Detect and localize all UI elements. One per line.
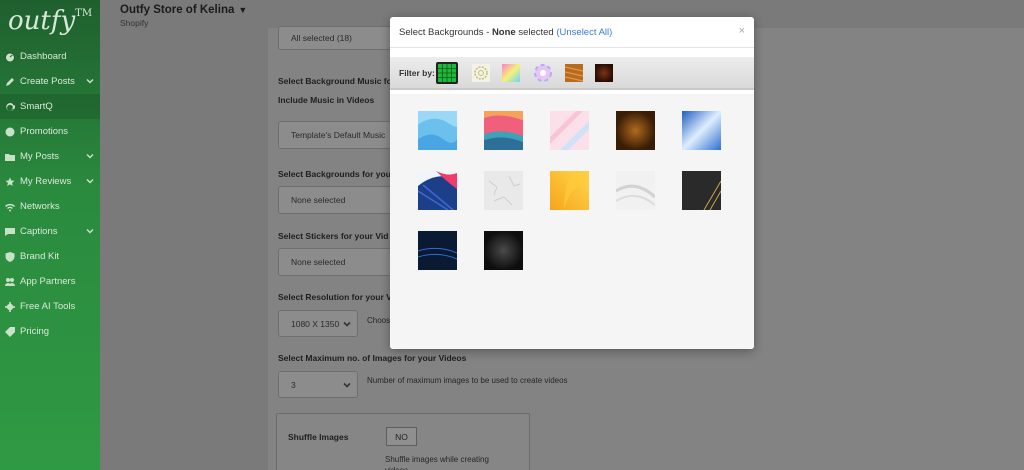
sidebar-item-dashboard[interactable]: Dashboard [0, 44, 100, 69]
background-thumb-blue-shapes[interactable] [418, 111, 457, 150]
shuffle-hint-2: videos [385, 466, 408, 470]
caret-down-icon: ▼ [238, 5, 248, 15]
background-thumb-dark-blue-lines[interactable] [418, 231, 457, 270]
sidebar-item-app-partners[interactable]: App Partners [0, 269, 100, 294]
color-wheel-icon[interactable] [532, 62, 554, 84]
resolution-hint: Choos [367, 316, 391, 325]
select-backgrounds-modal: Select Backgrounds - None selected (Unse… [390, 17, 754, 349]
background-thumb-white-texture[interactable] [484, 171, 523, 210]
stickers-select[interactable]: None selected [278, 248, 408, 276]
filter-bar: Filter by: [390, 57, 754, 90]
sidebar-item-label: My Reviews [20, 176, 72, 187]
max-images-value: 3 [291, 379, 296, 390]
outfy-logo[interactable]: outfyTM [8, 6, 92, 36]
max-images-select[interactable]: 3 [278, 371, 358, 398]
chat-icon [4, 226, 16, 238]
star-icon [4, 176, 16, 188]
modal-header: Select Backgrounds - None selected (Unse… [390, 17, 754, 48]
dark-texture-icon[interactable] [593, 62, 615, 84]
sidebar-item-brand-kit[interactable]: Brand Kit [0, 244, 100, 269]
sidebar-item-label: Create Posts [20, 76, 75, 87]
background-thumb-black-grunge[interactable] [484, 231, 523, 270]
users-icon [4, 276, 16, 288]
chevron-down-icon [86, 227, 94, 235]
shield-icon [4, 251, 16, 263]
sidebar-item-my-reviews[interactable]: My Reviews [0, 169, 100, 194]
sidebar-item-label: Pricing [20, 326, 50, 337]
bg-music-label: Select Background Music fo [278, 76, 392, 86]
wood-texture-icon[interactable] [563, 62, 585, 84]
filter-label: Filter by: [399, 68, 435, 78]
all-selected-field[interactable]: All selected (18) [278, 26, 408, 50]
sidebar-item-networks[interactable]: Networks [0, 194, 100, 219]
backgrounds-select[interactable]: None selected [278, 186, 408, 214]
sidebar-item-label: Networks [20, 201, 60, 212]
wifi-icon [4, 201, 16, 213]
dollar-icon [4, 126, 16, 138]
dashboard-icon [4, 51, 16, 63]
sidebar-nav: Dashboard Create Posts SmartQ Promotions… [0, 44, 100, 344]
sidebar-item-free-ai-tools[interactable]: Free AI Tools [0, 294, 100, 319]
sidebar-item-label: App Partners [20, 276, 76, 287]
resolution-select[interactable]: 1080 X 1350 [278, 310, 358, 337]
background-thumb-blue-pink-palm[interactable] [418, 171, 457, 210]
sidebar-item-label: Brand Kit [20, 251, 60, 262]
shuffle-label: Shuffle Images [288, 432, 349, 442]
background-thumb-blue-light[interactable] [682, 111, 721, 150]
folder-icon [4, 151, 16, 163]
chevron-down-icon [86, 177, 94, 185]
grid-all-icon[interactable] [436, 62, 458, 84]
max-images-label: Select Maximum no. of Images for your Vi… [278, 353, 467, 363]
sidebar-item-label: Free AI Tools [20, 301, 76, 312]
sidebar-item-pricing[interactable]: Pricing [0, 319, 100, 344]
sidebar-item-smartq[interactable]: SmartQ [0, 94, 100, 119]
include-music-label: Include Music in Videos [278, 95, 375, 105]
store-platform: Shopify [120, 18, 149, 28]
background-thumb-brown-grunge[interactable] [616, 111, 655, 150]
selected-count: None [491, 27, 516, 38]
stickers-label: Select Stickers for your Vid [278, 231, 389, 241]
modal-title: Select Backgrounds - None selected (Unse… [399, 27, 613, 38]
chevron-down-icon [343, 381, 351, 389]
background-thumb-orange-gradient[interactable] [550, 171, 589, 210]
store-switcher[interactable]: Outfy Store of Kelina ▼ [120, 4, 247, 16]
gear-pattern-icon[interactable] [470, 62, 492, 84]
background-thumb-pink-waves[interactable] [484, 111, 523, 150]
max-images-hint: Number of maximum images to be used to c… [367, 376, 568, 385]
sidebar-item-label: SmartQ [20, 101, 53, 112]
unselect-all-link[interactable]: (Unselect All) [556, 27, 612, 38]
sidebar: outfyTM Dashboard Create Posts SmartQ Pr… [0, 0, 100, 470]
backgrounds-label: Select Backgrounds for you [278, 169, 391, 179]
sidebar-item-label: Captions [20, 226, 58, 237]
resolution-label: Select Resolution for your V [278, 292, 392, 302]
sidebar-item-promotions[interactable]: Promotions [0, 119, 100, 144]
backgrounds-grid [390, 94, 754, 349]
shuffle-toggle[interactable]: NO [386, 427, 417, 446]
shuffle-hint: Shuffle images while creating [385, 455, 489, 464]
gear-icon [4, 301, 16, 313]
sidebar-item-label: Promotions [20, 126, 69, 137]
pencil-icon [4, 76, 16, 88]
resolution-value: 1080 X 1350 [291, 318, 340, 329]
sidebar-item-label: Dashboard [20, 51, 67, 62]
music-select[interactable]: Template's Default Music [278, 121, 408, 149]
sidebar-item-label: My Posts [20, 151, 60, 162]
sidebar-item-create-posts[interactable]: Create Posts [0, 69, 100, 94]
sidebar-item-my-posts[interactable]: My Posts [0, 144, 100, 169]
background-thumb-black-gold-lines[interactable] [682, 171, 721, 210]
tag-icon [4, 326, 16, 338]
background-thumb-pastel-stripes[interactable] [550, 111, 589, 150]
chevron-down-icon [86, 77, 94, 85]
chevron-down-icon [86, 152, 94, 160]
sync-icon [4, 101, 16, 113]
gradient-icon[interactable] [500, 62, 522, 84]
chevron-down-icon [343, 320, 351, 328]
close-icon[interactable]: × [739, 25, 745, 37]
sidebar-item-captions[interactable]: Captions [0, 219, 100, 244]
background-thumb-white-silk[interactable] [616, 171, 655, 210]
